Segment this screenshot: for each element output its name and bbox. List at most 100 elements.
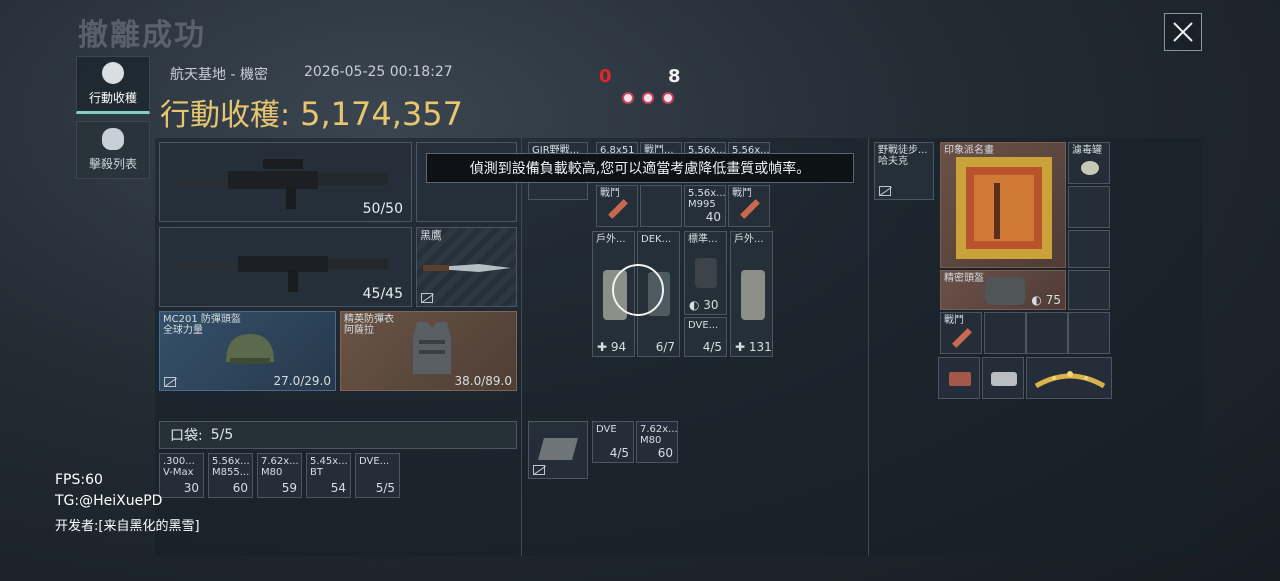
armor-slot[interactable]: 精英防彈衣 阿薩拉 38.0/89.0: [340, 311, 517, 391]
item-qty: 5/5: [375, 481, 395, 495]
helmet-brand: 全球力量: [163, 325, 203, 336]
item-sub: M995: [688, 199, 716, 210]
vest-slot-empty[interactable]: [1068, 270, 1110, 310]
page-dot[interactable]: [662, 92, 674, 104]
helmet-slot[interactable]: MC201 防彈頭盔 全球力量 27.0/29.0: [159, 311, 336, 391]
fps-counter: FPS:60: [55, 472, 103, 488]
injector-icon: [952, 328, 972, 348]
vest-item[interactable]: [1026, 357, 1112, 399]
backpack-item[interactable]: 戶外... ✚ 131: [730, 231, 773, 357]
helmet-name: MC201 防彈頭盔: [163, 314, 241, 325]
item-name: 戰鬥: [944, 315, 964, 326]
pocket-item[interactable]: DVE... 5/5: [355, 453, 400, 498]
injector-icon: [608, 199, 628, 219]
backpack-item[interactable]: 標準... ◐ 30: [684, 231, 727, 315]
item-name: 標準...: [688, 234, 718, 245]
primary-weapon-slot[interactable]: 50/50: [159, 142, 412, 222]
item-name: 野戰徒步...: [878, 145, 928, 156]
vest-slot-empty[interactable]: [984, 312, 1026, 354]
vest-item[interactable]: 野戰徒步... 哈夫克: [874, 142, 934, 200]
item-qty: 30: [703, 298, 719, 312]
counter-red: 0: [599, 66, 612, 87]
vest-item[interactable]: [982, 357, 1024, 399]
tab-kills[interactable]: 擊殺列表: [76, 121, 150, 179]
filter-canister-icon: [1081, 161, 1099, 175]
pocket-item[interactable]: 5.45x... BT 54: [306, 453, 351, 498]
loot-total-value: 5,174,357: [300, 95, 463, 133]
item-qty-prefix: ✚ 94: [597, 340, 627, 354]
painting-icon: [956, 157, 1052, 259]
backpack-item[interactable]: DVE 4/5: [592, 421, 634, 463]
item-name: DVE: [596, 424, 617, 435]
vest-slot-empty[interactable]: [1068, 230, 1110, 268]
item-qty: 75: [1045, 293, 1061, 307]
headset-icon: [985, 277, 1025, 305]
item-name: 濾毒罐: [1072, 145, 1102, 156]
pocket-item[interactable]: 5.56x... M855... 60: [208, 453, 253, 498]
backpack-item[interactable]: 7.62x... M80 60: [636, 421, 678, 463]
divider-left: [521, 138, 522, 556]
item-qty: 94: [610, 340, 627, 354]
knife-icon: [423, 264, 511, 272]
primary-ammo-count: 50/50: [362, 201, 403, 217]
backpack-item[interactable]: 5.56x... M995 40: [684, 185, 726, 227]
vest-item[interactable]: 戰鬥: [940, 312, 982, 354]
item-name: 精密頭盔: [944, 273, 984, 284]
item-qty: 60: [657, 446, 673, 460]
backpack-item[interactable]: DVE... 4/5: [684, 317, 727, 357]
vest-slot-empty[interactable]: [1068, 312, 1110, 354]
vest-slot-empty[interactable]: [1026, 312, 1068, 354]
melee-name: 黑鷹: [420, 229, 442, 242]
vest-slot-empty[interactable]: [1068, 186, 1110, 228]
vest-icon: [695, 258, 717, 288]
backpack-item[interactable]: 戰鬥: [596, 185, 638, 227]
item-qty: 54: [330, 481, 346, 495]
item-qty: 6/7: [655, 340, 675, 354]
armor-durability: 38.0/89.0: [454, 374, 512, 388]
item-sub: M80: [640, 435, 662, 446]
skull-icon: [102, 128, 124, 150]
page-title: 撤離成功: [78, 18, 206, 53]
page-dot[interactable]: [642, 92, 654, 104]
page-dots[interactable]: [622, 92, 674, 104]
backpack-slot-empty[interactable]: [640, 185, 682, 227]
backpack-item[interactable]: 戰鬥: [728, 185, 770, 227]
item-qty-prefix: ✚ 131: [735, 340, 772, 354]
tg-handle: TG:@HeiXuePD: [55, 493, 163, 509]
close-button[interactable]: [1164, 13, 1202, 51]
vest-item[interactable]: 濾毒罐: [1068, 142, 1110, 184]
helmet-icon: [226, 334, 274, 364]
item-sub: BT: [310, 467, 323, 478]
not-insured-icon: [879, 186, 891, 196]
painting-item[interactable]: 印象派名畫: [940, 142, 1066, 268]
armor-icon: ◐ 30: [689, 298, 719, 312]
melee-slot[interactable]: 黑鷹: [416, 227, 517, 307]
medkit-icon: [741, 270, 765, 320]
tab-loot-label: 行動收穫: [88, 91, 137, 105]
not-insured-icon: [533, 465, 545, 475]
injector-icon: [740, 199, 760, 219]
item-qty: 4/5: [609, 446, 629, 460]
item-qty: 59: [281, 481, 297, 495]
loot-total-label: 行動收穫:: [160, 98, 291, 133]
raid-meta: 航天基地 - 機密 2026-05-25 00:18:27: [170, 64, 453, 84]
pocket-item[interactable]: .300... V-Max 30: [159, 453, 204, 498]
item-sub: 哈夫克: [878, 156, 908, 167]
armor-name: 精英防彈衣: [344, 314, 394, 325]
tab-loot[interactable]: 行動收穫: [76, 56, 150, 114]
item-name: 5.45x...: [310, 456, 348, 467]
item-qty: 4/5: [702, 340, 722, 354]
backpack-item[interactable]: [528, 421, 588, 479]
body-armor-icon: [413, 322, 451, 374]
vest-item[interactable]: 精密頭盔 ◐ 75: [940, 270, 1066, 310]
developer-credit: 开发者:[来自黑化的黑雪]: [55, 519, 200, 534]
drive-icon: [949, 372, 971, 386]
close-icon: [1173, 22, 1193, 42]
page-dot[interactable]: [622, 92, 634, 104]
pocket-item[interactable]: 7.62x... M80 59: [257, 453, 302, 498]
item-name: 5.56x...: [688, 188, 726, 199]
vest-item[interactable]: [938, 357, 980, 399]
secondary-weapon-slot[interactable]: 45/45: [159, 227, 412, 307]
raid-datetime: 2026-05-25 00:18:27: [303, 64, 453, 80]
item-sub: M855...: [212, 467, 250, 478]
